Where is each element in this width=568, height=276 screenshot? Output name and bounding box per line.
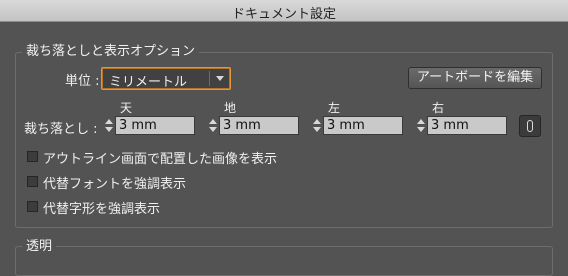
transparency-group xyxy=(15,246,553,276)
bleed-left-input[interactable]: 3 mm xyxy=(323,116,403,135)
bleed-top-input[interactable]: 3 mm xyxy=(115,116,195,135)
bleed-right-label: 右 xyxy=(432,101,445,115)
link-bleed-button[interactable] xyxy=(519,115,541,137)
checkbox-box[interactable] xyxy=(27,176,38,187)
bleed-left-field: 3 mm xyxy=(312,116,406,135)
stepper-arrows-icon[interactable] xyxy=(208,117,218,134)
unit-select-divider xyxy=(209,71,210,86)
unit-select[interactable]: ミリメートル xyxy=(101,67,231,90)
stepper-arrows-icon[interactable] xyxy=(312,117,322,134)
bleed-bottom-field: 3 mm xyxy=(208,116,302,135)
stepper-arrows-icon[interactable] xyxy=(416,117,426,134)
transparency-label: 透明 xyxy=(22,235,57,254)
stepper-arrows-icon[interactable] xyxy=(104,117,114,134)
checkbox-label: 代替字形を強調表示 xyxy=(43,202,161,217)
bleed-right-field: 3 mm xyxy=(416,116,510,135)
window-title: ドキュメント設定 xyxy=(231,7,336,22)
checkbox-box[interactable] xyxy=(27,201,38,212)
bleed-top-field: 3 mm xyxy=(104,116,198,135)
bleed-label: 裁ち落とし : xyxy=(24,122,98,137)
bleed-left-label: 左 xyxy=(328,101,341,115)
bleed-options-label: 裁ち落としと表示オプション xyxy=(22,40,200,59)
bleed-bottom-input[interactable]: 3 mm xyxy=(219,116,299,135)
chevron-down-icon xyxy=(216,76,224,81)
checkbox-box[interactable] xyxy=(27,151,38,162)
bleed-bottom-label: 地 xyxy=(224,101,237,115)
checkbox-label: 代替フォントを強調表示 xyxy=(43,177,187,192)
unit-select-value: ミリメートル xyxy=(109,75,188,90)
unit-label: 単位 : xyxy=(65,74,100,89)
checkbox-label: アウトライン画面で配置した画像を表示 xyxy=(43,152,278,167)
title-bar: ドキュメント設定 xyxy=(0,0,568,22)
bleed-right-input[interactable]: 3 mm xyxy=(427,116,507,135)
bleed-top-label: 天 xyxy=(120,101,133,115)
link-chain-icon xyxy=(527,120,533,132)
edit-artboards-button[interactable]: アートボードを編集 xyxy=(408,67,542,89)
